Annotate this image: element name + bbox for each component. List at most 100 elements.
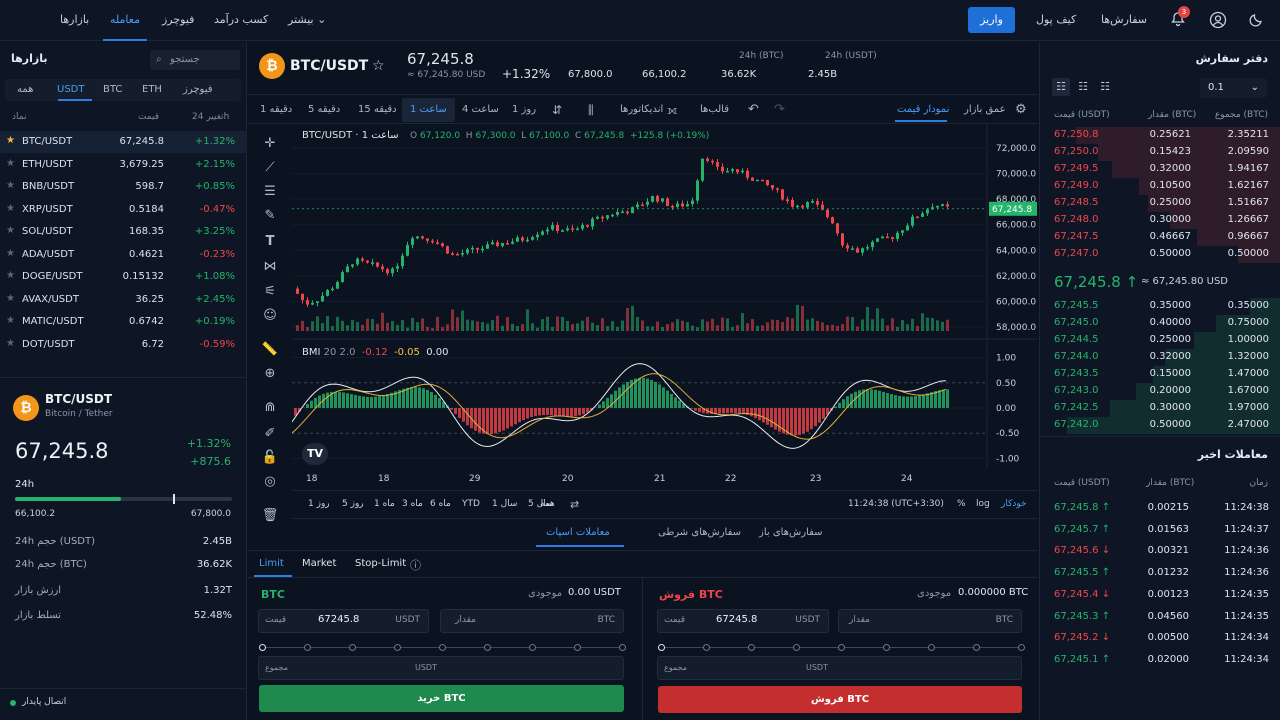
- settings-gear-icon[interactable]: ⚙: [1015, 98, 1027, 122]
- sell-total-field[interactable]: مجموع USDT: [657, 656, 1022, 680]
- market-row[interactable]: ★ DOT/USDT 6.72 -0.59%: [0, 334, 247, 356]
- price-chart[interactable]: 72,000.0 70,000.0 68,000.0 66,000.0 64,000.0…: [291, 123, 1038, 519]
- sell-amount-slider[interactable]: [658, 644, 1025, 651]
- pattern-icon[interactable]: ⋈: [258, 255, 282, 279]
- tab-all[interactable]: همه: [17, 84, 33, 95]
- redo-icon[interactable]: ↷: [774, 98, 785, 122]
- log-toggle[interactable]: log: [976, 499, 990, 509]
- bid-row[interactable]: 67,243.5 0.15000 1.47000: [1040, 366, 1280, 383]
- tab-market-depth[interactable]: عمق بازار: [964, 98, 1006, 122]
- market-row[interactable]: ★ BTC/USDT 67,245.8 +1.32%: [0, 131, 247, 153]
- tab-open-orders[interactable]: سفارش‌های باز: [759, 527, 823, 538]
- percent-toggle[interactable]: %: [957, 499, 966, 509]
- range-button[interactable]: 6 ماه: [430, 499, 451, 509]
- tab-price-chart[interactable]: نمودار قیمت: [897, 98, 949, 122]
- ask-row[interactable]: 67,250.8 0.25621 2.35211: [1040, 127, 1280, 144]
- bid-row[interactable]: 67,242.0 0.50000 2.47000: [1040, 417, 1280, 434]
- tab-conditional-orders[interactable]: سفارش‌های شرطی: [658, 527, 741, 538]
- buy-price-field[interactable]: قیمت 67245.8 USDT: [258, 609, 429, 633]
- undo-icon[interactable]: ↶: [748, 98, 759, 122]
- magnet-icon[interactable]: ⋒: [258, 396, 282, 420]
- slider-step-dot[interactable]: [349, 644, 356, 651]
- emoji-icon[interactable]: ☺: [258, 304, 282, 328]
- slider-step-dot[interactable]: [1018, 644, 1025, 651]
- text-tool-icon[interactable]: T: [258, 230, 282, 254]
- calendar-icon[interactable]: ⇄: [570, 498, 579, 511]
- bid-row[interactable]: 67,245.0 0.40000 0.75000: [1040, 315, 1280, 332]
- zoom-in-icon[interactable]: ⊕: [258, 362, 282, 386]
- nav-trade[interactable]: معامله: [110, 13, 140, 26]
- horizontal-lines-icon[interactable]: ☰: [258, 180, 282, 204]
- search-input[interactable]: ⌕ جستجو: [150, 50, 240, 70]
- nav-more[interactable]: بیشتر ⌄: [288, 13, 326, 26]
- interval-1h[interactable]: 1 ساعت: [402, 98, 455, 122]
- ask-row[interactable]: 67,247.0 0.50000 0.50000: [1040, 246, 1280, 263]
- bid-row[interactable]: 67,245.5 0.35000 0.35000: [1040, 298, 1280, 315]
- slider-step-dot[interactable]: [838, 644, 845, 651]
- interval-15m[interactable]: 15 دقیقه: [358, 98, 397, 122]
- market-row[interactable]: ★ ADA/USDT 0.4621 -0.23%: [0, 244, 247, 266]
- trendline-icon[interactable]: ⟋: [258, 156, 282, 180]
- interval-1d[interactable]: 1 روز: [512, 98, 536, 122]
- bid-row[interactable]: 67,243.0 0.20000 1.67000: [1040, 383, 1280, 400]
- market-row[interactable]: ★ ETH/USDT 3,679.25 +2.15%: [0, 154, 247, 176]
- tab-btc[interactable]: BTC: [103, 84, 122, 95]
- indicators-icon[interactable]: ⟗: [667, 98, 678, 122]
- bid-row[interactable]: 67,244.0 0.32000 1.32000: [1040, 349, 1280, 366]
- lock-icon[interactable]: 🔓: [258, 446, 282, 470]
- slider-step-dot[interactable]: [259, 644, 266, 651]
- market-row[interactable]: ★ MATIC/USDT 0.6742 +0.19%: [0, 311, 247, 333]
- range-button[interactable]: 1 سال: [492, 499, 517, 509]
- favorite-star-icon[interactable]: ★: [6, 158, 15, 169]
- interval-4h[interactable]: 4 ساعت: [462, 98, 499, 122]
- ask-row[interactable]: 67,248.5 0.25000 1.51667: [1040, 195, 1280, 212]
- slider-step-dot[interactable]: [658, 644, 665, 651]
- buy-amount-slider[interactable]: [259, 644, 626, 651]
- lock-drawings-icon[interactable]: ✐: [258, 422, 282, 446]
- fib-icon[interactable]: ⚟: [258, 280, 282, 304]
- favorite-star-icon[interactable]: ★: [6, 203, 15, 214]
- range-button[interactable]: 1 روز: [308, 499, 330, 509]
- favorite-star-icon[interactable]: ★: [6, 225, 15, 236]
- favorite-star-icon[interactable]: ★: [6, 270, 15, 281]
- nav-futures[interactable]: فیوچرز: [162, 13, 194, 26]
- favorite-star-icon[interactable]: ★: [6, 293, 15, 304]
- favorite-star-icon[interactable]: ☆: [372, 58, 385, 74]
- favorite-star-icon[interactable]: ★: [6, 248, 15, 259]
- chart-canvas[interactable]: 72,000.070,000.068,000.066,000.064,000.0…: [291, 123, 1038, 519]
- buy-total-field[interactable]: مجموع USDT: [258, 656, 624, 680]
- favorite-star-icon[interactable]: ★: [6, 315, 15, 326]
- market-row[interactable]: ★ SOL/USDT 168.35 +3.25%: [0, 221, 247, 243]
- ask-row[interactable]: 67,249.0 0.10500 1.62167: [1040, 178, 1280, 195]
- orderbook-asks-view-icon[interactable]: ☷: [1096, 78, 1114, 96]
- bid-row[interactable]: 67,242.5 0.30000 1.97000: [1040, 400, 1280, 417]
- market-row[interactable]: ★ BNB/USDT 598.7 +0.85%: [0, 176, 247, 198]
- slider-step-dot[interactable]: [439, 644, 446, 651]
- interval-1m[interactable]: 1 دقیقه: [260, 98, 292, 122]
- theme-moon-icon[interactable]: [1248, 11, 1266, 29]
- slider-step-dot[interactable]: [748, 644, 755, 651]
- range-button[interactable]: همه: [540, 499, 555, 509]
- crosshair-icon[interactable]: ✛: [258, 132, 282, 156]
- orderbook-bids-view-icon[interactable]: ☷: [1074, 78, 1092, 96]
- slider-step-dot[interactable]: [928, 644, 935, 651]
- order-type-limit[interactable]: Limit: [259, 558, 284, 569]
- buy-btc-button[interactable]: خرید BTC: [259, 685, 624, 712]
- price-step-select[interactable]: 0.1 ⌄: [1200, 78, 1267, 98]
- wallet-link[interactable]: کیف پول: [1036, 13, 1076, 26]
- ask-row[interactable]: 67,250.0 0.15423 2.09590: [1040, 144, 1280, 161]
- favorite-star-icon[interactable]: ★: [6, 180, 15, 191]
- tab-futures[interactable]: فیوچرز: [183, 84, 213, 95]
- header-pair[interactable]: BTC/USDT: [290, 58, 368, 74]
- sell-btc-button[interactable]: فروش BTC: [658, 686, 1022, 713]
- buy-amount-field[interactable]: مقدار BTC: [440, 609, 624, 633]
- ruler-icon[interactable]: 📏: [258, 338, 282, 362]
- slider-step-dot[interactable]: [484, 644, 491, 651]
- nav-earn[interactable]: کسب درآمد: [214, 13, 268, 26]
- slider-step-dot[interactable]: [394, 644, 401, 651]
- bid-row[interactable]: 67,244.5 0.25000 1.00000: [1040, 332, 1280, 349]
- sell-amount-field[interactable]: مقدار BTC: [838, 609, 1022, 633]
- market-row[interactable]: ★ AVAX/USDT 36.25 +2.45%: [0, 289, 247, 311]
- favorite-star-icon[interactable]: ★: [6, 135, 15, 146]
- ask-row[interactable]: 67,248.0 0.30000 1.26667: [1040, 212, 1280, 229]
